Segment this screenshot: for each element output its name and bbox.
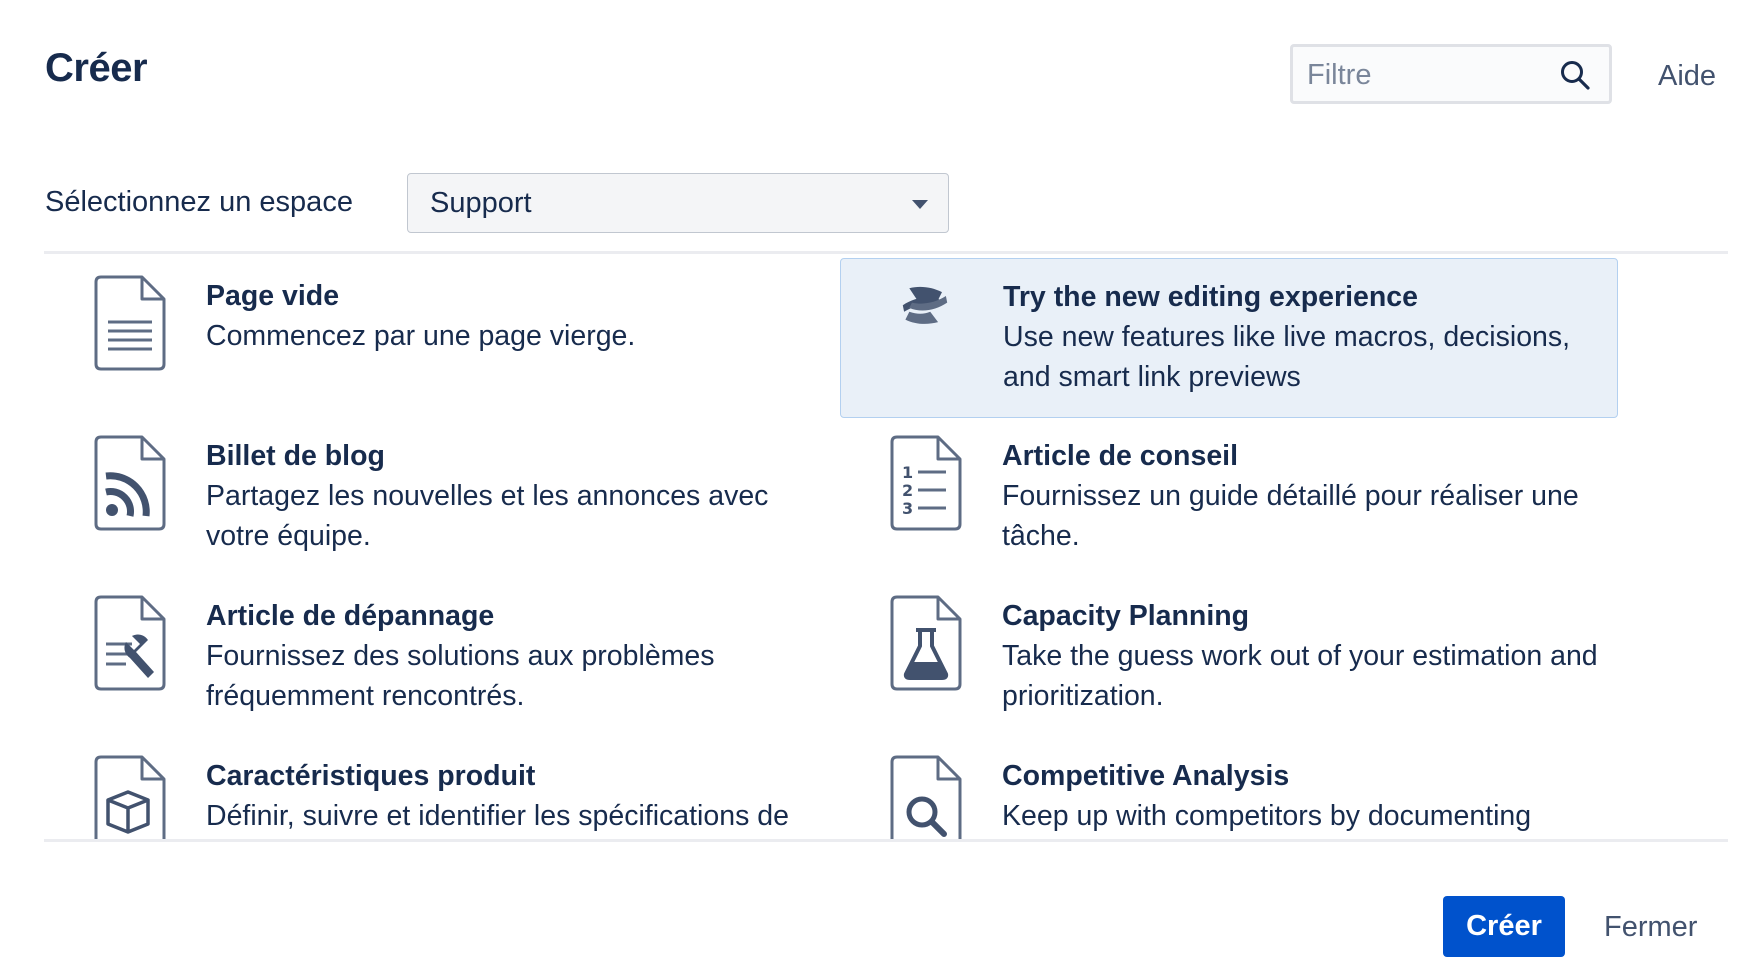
template-item-caracteristiques-produit[interactable]: Caractéristiques produit Définir, suivre… xyxy=(44,738,822,840)
template-description: Commencez par une page vierge. xyxy=(206,320,636,352)
template-item-article-de-depannage[interactable]: Article de dépannage Fournissez des solu… xyxy=(44,578,822,738)
template-description: Keep up with competitors by documenting xyxy=(1002,800,1532,832)
template-name: Try the new editing experience xyxy=(1003,281,1418,313)
template-item-billet-de-blog[interactable]: Billet de blog Partagez les nouvelles et… xyxy=(44,418,822,578)
help-link[interactable]: Aide xyxy=(1658,60,1716,93)
template-description: Take the guess work out of your estimati… xyxy=(1002,640,1598,712)
template-description: Fournissez un guide détaillé pour réalis… xyxy=(1002,480,1579,552)
template-name: Caractéristiques produit xyxy=(206,760,536,792)
confluence-logo-icon xyxy=(902,286,948,324)
template-item-new-editing[interactable]: Try the new editing experience Use new f… xyxy=(840,258,1618,418)
filter-field[interactable] xyxy=(1290,44,1612,104)
space-select[interactable]: Support xyxy=(407,173,949,233)
template-item-competitive-analysis[interactable]: Competitive Analysis Keep up with compet… xyxy=(840,738,1618,840)
package-icon xyxy=(94,755,166,840)
magnifier-icon xyxy=(890,755,962,840)
template-description: Définir, suivre et identifier les spécif… xyxy=(206,800,789,832)
divider-bottom xyxy=(44,839,1728,842)
template-item-capacity-planning[interactable]: Capacity Planning Take the guess work ou… xyxy=(840,578,1618,738)
template-name: Capacity Planning xyxy=(1002,600,1250,632)
rss-feed-icon xyxy=(94,435,166,531)
divider-top xyxy=(44,251,1728,254)
blank-page-icon xyxy=(94,275,166,371)
template-name: Article de conseil xyxy=(1002,440,1239,472)
chevron-down-icon xyxy=(912,200,928,209)
template-description: Partagez les nouvelles et les annonces a… xyxy=(206,480,769,552)
space-select-label: Sélectionnez un espace xyxy=(45,186,353,218)
filter-input[interactable] xyxy=(1305,47,1559,103)
space-select-value: Support xyxy=(430,187,532,219)
template-description: Fournissez des solutions aux problèmes f… xyxy=(206,640,715,712)
close-button[interactable]: Fermer xyxy=(1598,900,1703,954)
search-icon[interactable] xyxy=(1559,59,1591,91)
dialog-title: Créer xyxy=(45,46,148,90)
template-description: Use new features like live macros, decis… xyxy=(1003,321,1571,393)
template-name: Article de dépannage xyxy=(206,600,495,632)
template-item-page-vide[interactable]: Page vide Commencez par une page vierge. xyxy=(44,258,822,418)
svg-text:3: 3 xyxy=(902,499,913,518)
template-name: Competitive Analysis xyxy=(1002,760,1290,792)
wrench-icon xyxy=(94,595,166,691)
numbered-list-icon: 123 xyxy=(890,435,962,531)
template-list: Page vide Commencez par une page vierge.… xyxy=(44,258,1728,840)
template-item-article-de-conseil[interactable]: 123 Article de conseil Fournissez un gui… xyxy=(840,418,1618,578)
template-name: Billet de blog xyxy=(206,440,385,472)
create-button[interactable]: Créer xyxy=(1443,896,1565,957)
flask-icon xyxy=(890,595,962,691)
svg-text:1: 1 xyxy=(902,463,913,482)
svg-text:2: 2 xyxy=(902,481,913,500)
template-name: Page vide xyxy=(206,280,340,312)
